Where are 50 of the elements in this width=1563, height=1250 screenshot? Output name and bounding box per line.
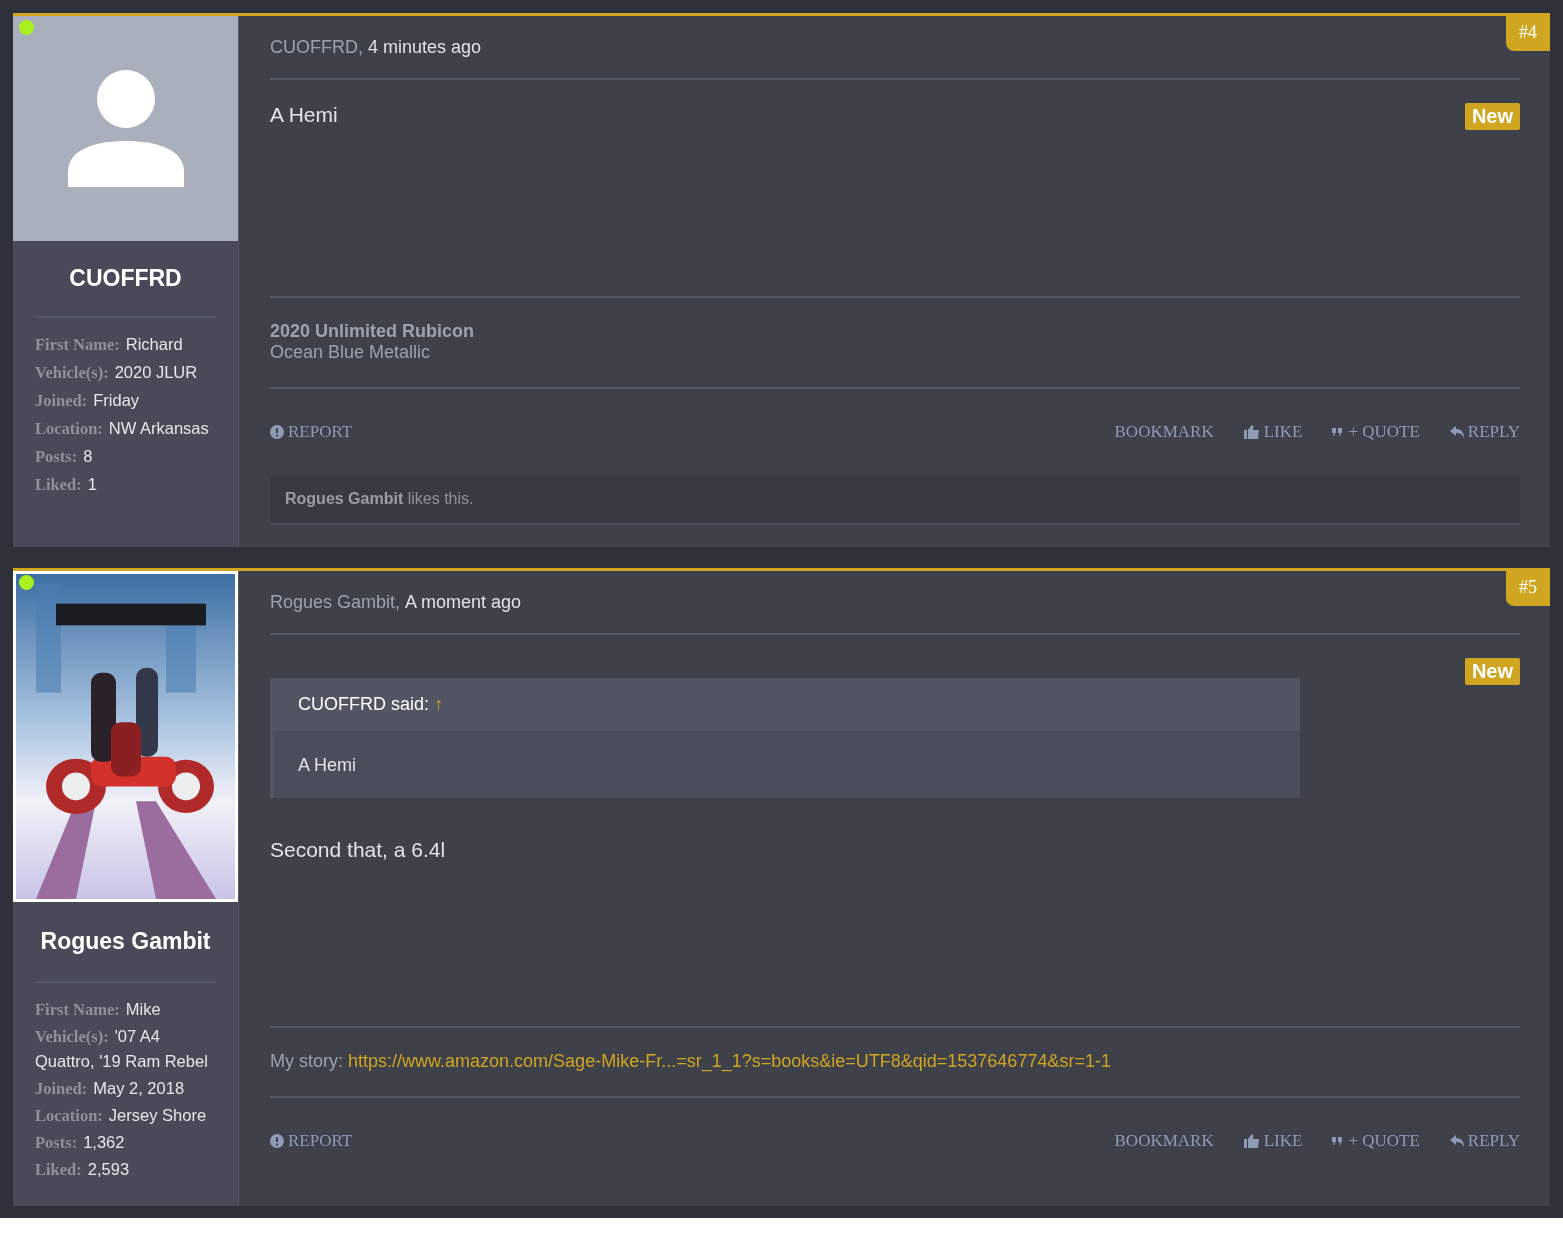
thumbs-up-icon [1243, 1134, 1260, 1148]
profile-field: Posts: 8 [35, 444, 216, 469]
thumbs-up-icon [1243, 425, 1260, 439]
profile-field: First Name: Mike [35, 997, 216, 1022]
user-silhouette-icon [65, 68, 186, 189]
report-button[interactable]: REPORT [270, 422, 353, 442]
alert-icon [270, 1134, 284, 1148]
post-time: A moment ago [405, 591, 522, 613]
signature-title: 2020 Unlimited Rubicon [270, 321, 476, 342]
username[interactable]: Rogues Gambit [13, 902, 238, 981]
post-author[interactable]: Rogues Gambit, [270, 591, 401, 613]
profile-field: Vehicle(s): '07 A4 Quattro, '19 Ram Rebel [35, 1024, 216, 1074]
quote-text: A Hemi [297, 754, 358, 777]
bookmark-button[interactable]: BOOKMARK [1114, 422, 1214, 442]
report-button[interactable]: REPORT [270, 1131, 353, 1151]
reply-button[interactable]: REPLY [1449, 1131, 1520, 1151]
profile-field: Posts: 1,362 [35, 1130, 216, 1155]
profile-field: Liked: 1 [35, 472, 216, 497]
like-button[interactable]: LIKE [1243, 422, 1303, 442]
quote-marks-icon [1332, 1137, 1345, 1145]
profile-field: Joined: May 2, 2018 [35, 1076, 216, 1101]
profile-field: Vehicle(s): 2020 JLUR [35, 360, 216, 385]
profile-field: Location: Jersey Shore [35, 1103, 216, 1128]
reply-button[interactable]: REPLY [1449, 422, 1520, 442]
quote-button[interactable]: + QUOTE [1332, 1131, 1420, 1151]
like-button[interactable]: LIKE [1243, 1131, 1303, 1151]
post-number[interactable]: #5 [1506, 571, 1550, 606]
profile-field: Liked: 2,593 [35, 1157, 216, 1182]
reply-arrow-icon [1449, 1135, 1464, 1147]
profile-field: First Name: Richard [35, 332, 216, 357]
quote-header: CUOFFRD said: ↑ [274, 678, 1300, 731]
bookmark-button[interactable]: BOOKMARK [1114, 1131, 1214, 1151]
quote-button[interactable]: + QUOTE [1332, 422, 1420, 442]
likes-bar: Rogues Gambit likes this. [270, 475, 1520, 525]
profile-field: Location: NW Arkansas [35, 416, 216, 441]
new-badge: New [1464, 658, 1520, 685]
signature-label: My story: [270, 1051, 343, 1071]
alert-icon [270, 425, 284, 439]
signature-link[interactable]: https://www.amazon.com/Sage-Mike-Fr...=sr_1_1?s=books&ie=UTF8&qid=1537646774&sr=1-1 [348, 1051, 1111, 1071]
quote-marks-icon [1332, 428, 1345, 436]
post-number[interactable]: #4 [1506, 16, 1550, 51]
post-author[interactable]: CUOFFRD, [270, 36, 363, 58]
signature-text: Ocean Blue Metallic [270, 342, 432, 363]
reply-arrow-icon [1449, 426, 1464, 438]
message-text: A Hemi [270, 103, 339, 127]
username[interactable]: CUOFFRD [13, 241, 238, 316]
post-time: 4 minutes ago [368, 36, 482, 58]
new-badge: New [1464, 103, 1520, 130]
profile-field: Joined: Friday [35, 388, 216, 413]
message-text: Second that, a 6.4l [270, 838, 447, 862]
